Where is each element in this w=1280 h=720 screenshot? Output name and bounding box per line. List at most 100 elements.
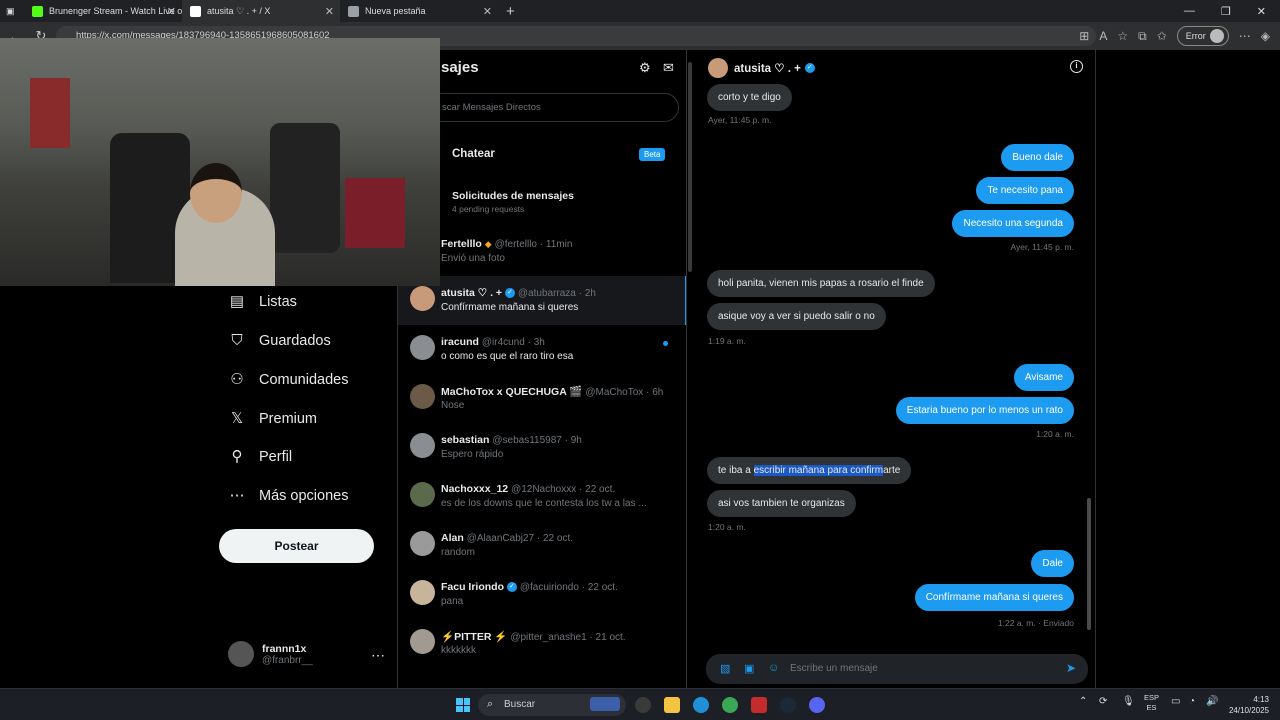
extensions-icon[interactable]: ⧉ (1138, 29, 1147, 44)
requests-subtitle: 4 pending requests (452, 204, 525, 214)
steam-icon[interactable] (780, 697, 796, 713)
sidebar-item-perfil[interactable]: ⚲ Perfil (228, 448, 293, 466)
conversation-handle: @12Nachoxxx (511, 484, 577, 495)
browser-tab[interactable]: atusita ♡ . + / X ✕ (182, 0, 340, 22)
received-message[interactable]: holi panita, vienen mis papas a rosario … (707, 270, 935, 297)
discord-icon[interactable] (809, 697, 825, 713)
conversation-item[interactable]: ⚡PITTER ⚡ @pitter_anashe1 · 21 oct. kkkk… (398, 619, 686, 668)
dm-search-input[interactable]: scar Mensajes Directos (428, 93, 679, 122)
tab-actions-icon[interactable]: ▣ (0, 0, 24, 22)
conversation-name: Nachoxxx_12 (441, 483, 509, 495)
windows-start-icon[interactable] (456, 698, 470, 712)
conversation-item[interactable]: Nachoxxx_12 @12Nachoxxx · 22 oct. es de … (398, 472, 686, 521)
browser-tab[interactable]: Nueva pestaña ✕ (340, 0, 498, 22)
message-input[interactable]: Escribe un mensaje (790, 663, 878, 674)
received-message[interactable]: asique voy a ver si puedo salir o no (707, 303, 886, 330)
account-switcher[interactable]: frannn1x @franbrr__ ⋯ (228, 641, 385, 667)
favorite-star-icon[interactable]: ☆ (1117, 29, 1128, 43)
edge-icon[interactable] (693, 697, 709, 713)
close-icon[interactable]: ✕ (325, 5, 334, 18)
lang-secondary: ES (1146, 703, 1157, 712)
language-indicator[interactable]: ESP ES (1144, 693, 1159, 713)
sent-message[interactable]: Avisame (1013, 364, 1074, 391)
app-available-icon[interactable]: ⊞ (1079, 29, 1089, 43)
close-icon[interactable]: ✕ (483, 5, 492, 18)
sidebar-item-label: Perfil (259, 449, 293, 465)
new-tab-button[interactable]: + (498, 3, 523, 20)
sidebar-item-más-opciones[interactable]: ⋯ Más opciones (228, 487, 349, 505)
sent-message[interactable]: Necesito una segunda (952, 210, 1074, 237)
maximize-icon[interactable]: ❐ (1221, 5, 1231, 18)
info-icon[interactable]: i (1070, 60, 1083, 73)
sidebar-item-guardados[interactable]: ⛉ Guardados (228, 332, 330, 350)
sent-message[interactable]: Dale (1031, 550, 1074, 577)
avatar (228, 641, 254, 667)
received-message[interactable]: te iba a escribir mañana para confirmart… (707, 457, 912, 484)
tray-chevron-icon[interactable]: ⌃ (1079, 696, 1087, 707)
verified-icon: ✓ (506, 582, 517, 593)
sidebar-item-listas[interactable]: ▤ Listas (228, 293, 297, 311)
sidebar-item-comunidades[interactable]: ⚇ Comunidades (228, 371, 348, 389)
new-message-icon[interactable]: ✉ (663, 60, 674, 76)
sidebar-item-label: Comunidades (259, 372, 349, 388)
conversation-item[interactable]: iracund @ir4cund · 3h o como es que el r… (398, 325, 686, 374)
microphone-icon[interactable]: 🎙 (1122, 696, 1135, 707)
read-aloud-icon[interactable]: A (1099, 29, 1107, 43)
conversation-handle: @AlaanCabj27 (466, 533, 535, 544)
network-icon[interactable]: ◔ (1189, 696, 1195, 707)
close-icon[interactable]: ✕ (167, 5, 176, 18)
received-message[interactable]: corto y te digo (707, 84, 792, 111)
volume-icon[interactable]: 🔊 (1206, 696, 1218, 707)
sent-message[interactable]: Estaria bueno por lo menos un rato (895, 397, 1074, 424)
app-icon[interactable] (635, 697, 651, 713)
conversation-handle: @MaChoTox (585, 387, 644, 398)
menu-dots-icon[interactable]: ⋯ (1239, 29, 1251, 43)
system-clock[interactable]: 4:13 24/10/2025 (1225, 694, 1269, 716)
emoji-icon[interactable]: ☺ (768, 662, 779, 674)
display-icon[interactable]: ▭ (1171, 696, 1180, 707)
chat-scrollbar[interactable] (1087, 498, 1091, 630)
gif-icon[interactable]: ▣ (744, 662, 754, 675)
sent-message[interactable]: Confírmame mañana si queres (914, 584, 1074, 611)
file-explorer-icon[interactable] (664, 697, 680, 713)
avatar (410, 531, 435, 556)
list-scrollbar[interactable] (688, 62, 692, 272)
conversation-item[interactable]: MaChoTox x QUECHUGA 🎬 @MaChoTox · 6h Nos… (398, 374, 686, 423)
conversation-item[interactable]: Alan @AlaanCabj27 · 22 oct. random (398, 521, 686, 570)
browser-tab[interactable]: Brunenger Stream - Watch Live o ✕ (24, 0, 182, 22)
copilot-icon[interactable]: ◈ (1261, 29, 1270, 43)
selected-text: escribir mañana para confirm (753, 465, 884, 476)
conversation-item[interactable]: atusita ♡ . + ✓ @atubarraza · 2h Confírm… (398, 276, 686, 325)
sidebar-item-premium[interactable]: 𝕏 Premium (228, 410, 317, 428)
more-icon[interactable]: ⋯ (371, 647, 385, 664)
chat-partner-name: atusita ♡ . + (734, 63, 801, 75)
profile-error-button[interactable]: Error (1176, 26, 1229, 46)
sent-message[interactable]: Bueno dale (1001, 144, 1074, 171)
conversation-item[interactable]: sebastian @sebas115987 · 9h Espero rápid… (398, 423, 686, 472)
image-icon[interactable]: ▧ (720, 662, 730, 675)
message-requests[interactable]: Solicitudes de mensajes 4 pending reques… (452, 190, 574, 214)
received-message[interactable]: asi vos tambien te organizas (707, 490, 856, 517)
separator: · (643, 387, 653, 398)
sync-icon[interactable]: ⟳ (1099, 696, 1107, 707)
conversation-time: 3h (533, 337, 545, 348)
clock-time: 4:13 (1253, 695, 1269, 704)
conversation-name: ⚡PITTER ⚡ (441, 631, 508, 643)
conversation-item[interactable]: Facu Iriondo ✓ @facuiriondo · 22 oct. pa… (398, 570, 686, 619)
conversation-item[interactable]: Fertelllo ◆ @fertelllo · 11min Envió una… (398, 227, 686, 276)
send-icon[interactable]: ➤ (1066, 661, 1076, 675)
chat-label[interactable]: Chatear (452, 148, 495, 160)
app-icon[interactable] (751, 697, 767, 713)
chat-header[interactable]: atusita ♡ . + ✓ (708, 58, 815, 78)
minimize-icon[interactable]: — (1184, 5, 1195, 18)
favorites-icon[interactable]: ✩ (1157, 29, 1167, 43)
settings-gear-icon[interactable]: ⚙ (639, 60, 651, 76)
taskbar-search[interactable]: ⌕ Buscar (478, 694, 626, 716)
sent-message[interactable]: Te necesito pana (976, 177, 1074, 204)
chrome-icon[interactable] (722, 697, 738, 713)
conversation-preview: Confírmame mañana si queres (441, 302, 579, 313)
webcam-overlay (0, 38, 440, 286)
close-window-icon[interactable]: ✕ (1257, 5, 1266, 18)
message-timestamp: 1:22 a. m. · Enviado (997, 618, 1074, 628)
post-button[interactable]: Postear (219, 529, 374, 563)
